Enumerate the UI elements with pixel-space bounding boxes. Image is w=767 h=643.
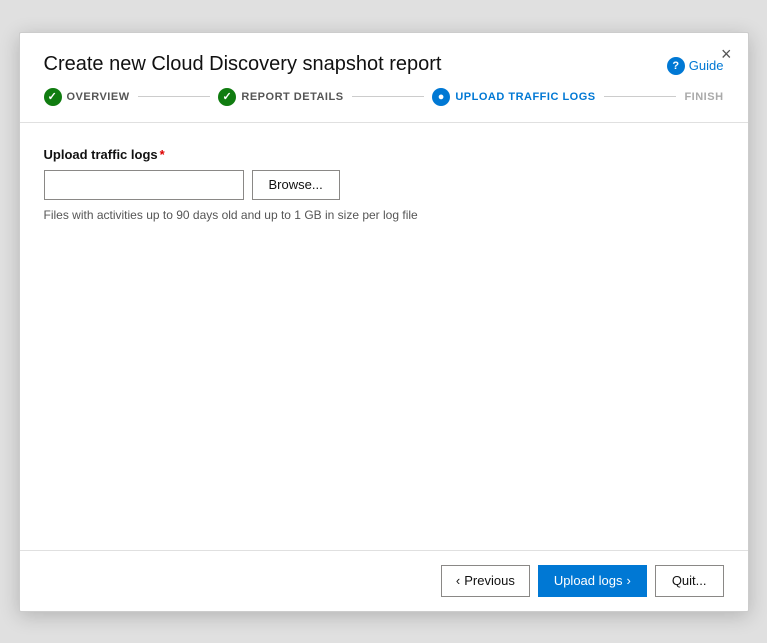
browse-button[interactable]: Browse... xyxy=(252,170,340,200)
dialog-footer: ‹ Previous Upload logs › Quit... xyxy=(20,550,748,611)
step-overview-label: OVERVIEW xyxy=(67,91,130,103)
previous-button[interactable]: ‹ Previous xyxy=(441,565,530,597)
step-finish: FINISH xyxy=(684,91,723,103)
file-input-row: Browse... xyxy=(44,170,724,200)
step-line-1 xyxy=(138,96,211,97)
step-finish-label: FINISH xyxy=(684,91,723,103)
previous-label: Previous xyxy=(464,573,515,588)
step-report-details-icon: ✓ xyxy=(218,88,236,106)
upload-logs-button[interactable]: Upload logs › xyxy=(538,565,647,597)
dialog-title: Create new Cloud Discovery snapshot repo… xyxy=(44,53,442,76)
upload-icon: › xyxy=(626,573,630,588)
step-report-details: ✓ REPORT DETAILS xyxy=(218,88,343,106)
dialog: × Create new Cloud Discovery snapshot re… xyxy=(19,32,749,612)
dialog-content: Upload traffic logs* Browse... Files wit… xyxy=(20,123,748,550)
stepper: ✓ OVERVIEW ✓ REPORT DETAILS ● UPLOAD TRA… xyxy=(20,88,748,123)
guide-link[interactable]: ? Guide xyxy=(667,57,724,75)
step-upload-icon: ● xyxy=(432,88,450,106)
file-hint: Files with activities up to 90 days old … xyxy=(44,208,724,222)
upload-label: Upload logs xyxy=(554,573,623,588)
required-marker: * xyxy=(160,147,165,162)
previous-icon: ‹ xyxy=(456,573,460,588)
step-overview: ✓ OVERVIEW xyxy=(44,88,130,106)
dialog-header: Create new Cloud Discovery snapshot repo… xyxy=(20,33,748,88)
step-overview-icon: ✓ xyxy=(44,88,62,106)
quit-button[interactable]: Quit... xyxy=(655,565,724,597)
step-line-2 xyxy=(352,96,425,97)
guide-icon: ? xyxy=(667,57,685,75)
step-upload-label: UPLOAD TRAFFIC LOGS xyxy=(455,91,595,103)
field-label: Upload traffic logs* xyxy=(44,147,724,162)
file-text-input[interactable] xyxy=(44,170,244,200)
step-report-details-label: REPORT DETAILS xyxy=(241,91,343,103)
step-line-3 xyxy=(604,96,677,97)
guide-label: Guide xyxy=(689,58,724,73)
close-button[interactable]: × xyxy=(721,45,732,63)
step-upload-traffic-logs: ● UPLOAD TRAFFIC LOGS xyxy=(432,88,595,106)
